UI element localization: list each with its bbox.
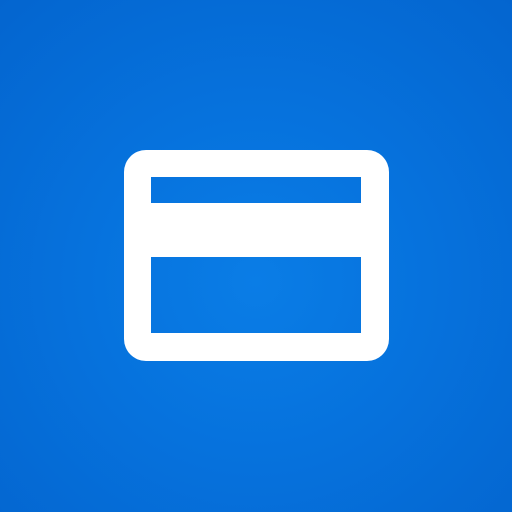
- app-tile[interactable]: [0, 0, 512, 512]
- credit-card-icon: [124, 150, 389, 361]
